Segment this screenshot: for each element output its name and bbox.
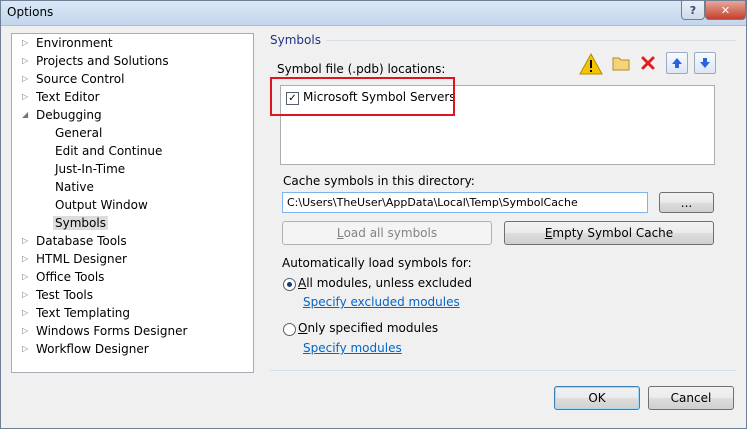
move-up-icon[interactable]: [666, 52, 688, 74]
expand-arrow-icon[interactable]: ▷: [22, 34, 32, 52]
tree-item-label: Just-In-Time: [55, 162, 126, 176]
highlight-box: [270, 77, 455, 116]
window-title: Options: [7, 5, 54, 19]
tree-item-label: Windows Forms Designer: [36, 324, 188, 338]
tree-item[interactable]: Output Window: [55, 196, 148, 214]
cancel-button[interactable]: Cancel: [648, 386, 734, 410]
options-tree[interactable]: ▷ Environment ▷ Projects and Solutions ▷ Sour…: [11, 33, 254, 373]
load-all-rest: oad all symbols: [343, 226, 438, 240]
tree-item[interactable]: ▷ Test Tools: [22, 286, 94, 304]
specify-modules-link[interactable]: Specify modules: [303, 341, 402, 355]
ok-button[interactable]: OK: [554, 386, 640, 410]
symbols-group-title: Symbols: [270, 33, 321, 47]
cache-directory-label: Cache symbols in this directory:: [283, 174, 475, 188]
all-modules-accel: A: [298, 276, 307, 290]
expand-arrow-icon[interactable]: ▷: [22, 286, 32, 304]
warning-icon[interactable]: [578, 51, 604, 77]
tree-item-label: Source Control: [36, 72, 125, 86]
tree-item[interactable]: ▷ Office Tools: [22, 268, 105, 286]
browse-button[interactable]: ...: [659, 192, 714, 213]
close-button[interactable]: ✕: [705, 1, 746, 20]
tree-item-label: General: [55, 126, 103, 140]
load-all-accel: L: [336, 226, 344, 240]
only-specified-modules-label[interactable]: Only specified modules: [298, 321, 438, 335]
tree-item[interactable]: ▷ Windows Forms Designer: [22, 322, 188, 340]
tree-item-label: Office Tools: [36, 270, 105, 284]
tree-item-label: Output Window: [55, 198, 148, 212]
tree-item-label: Edit and Continue: [55, 144, 163, 158]
tree-item-label: Environment: [36, 36, 113, 50]
expand-arrow-icon[interactable]: ▷: [22, 250, 32, 268]
delete-icon[interactable]: [637, 52, 659, 74]
tree-item[interactable]: Just-In-Time: [55, 160, 125, 178]
tree-item[interactable]: Edit and Continue: [55, 142, 162, 160]
only-specified-modules-radio[interactable]: [283, 323, 296, 336]
collapse-arrow-icon[interactable]: ◢: [22, 106, 32, 124]
empty-cache-accel: E: [544, 226, 553, 240]
tree-item-label: Workflow Designer: [36, 342, 149, 356]
tree-item-label: HTML Designer: [36, 252, 127, 266]
expand-arrow-icon[interactable]: ▷: [22, 322, 32, 340]
folder-icon[interactable]: [610, 52, 632, 74]
expand-arrow-icon[interactable]: ▷: [22, 70, 32, 88]
tree-item-label: Test Tools: [36, 288, 94, 302]
tree-item[interactable]: Native: [55, 178, 94, 196]
group-divider: [326, 40, 736, 41]
only-modules-rest: nly specified modules: [307, 321, 439, 335]
expand-arrow-icon[interactable]: ▷: [22, 52, 32, 70]
specify-excluded-modules-link[interactable]: Specify excluded modules: [303, 295, 460, 309]
auto-load-label: Automatically load symbols for:: [282, 256, 472, 270]
tree-item-label: Projects and Solutions: [36, 54, 169, 68]
cache-directory-input[interactable]: C:\Users\TheUser\AppData\Local\Temp\Symb…: [282, 192, 648, 213]
tree-item-label: Text Templating: [36, 306, 131, 320]
empty-cache-rest: mpty Symbol Cache: [552, 226, 674, 240]
tree-item-label: Text Editor: [36, 90, 100, 104]
footer-divider: [270, 370, 736, 371]
tree-item[interactable]: General: [55, 124, 102, 142]
tree-item[interactable]: ▷ Text Editor: [22, 88, 100, 106]
expand-arrow-icon[interactable]: ▷: [22, 88, 32, 106]
expand-arrow-icon[interactable]: ▷: [22, 268, 32, 286]
tree-item[interactable]: ▷ Workflow Designer: [22, 340, 149, 358]
tree-item-label: Database Tools: [36, 234, 127, 248]
tree-item[interactable]: ▷ Environment: [22, 34, 113, 52]
expand-arrow-icon[interactable]: ▷: [22, 304, 32, 322]
symbol-locations-label: Symbol file (.pdb) locations:: [277, 62, 446, 76]
help-button[interactable]: ?: [681, 1, 705, 20]
all-modules-radio[interactable]: [283, 278, 296, 291]
empty-symbol-cache-button[interactable]: Empty Symbol Cache: [504, 221, 714, 245]
tree-item-label: Native: [55, 180, 94, 194]
tree-item[interactable]: Symbols: [53, 214, 108, 232]
tree-item[interactable]: ▷ Projects and Solutions: [22, 52, 169, 70]
all-modules-rest: ll modules, unless excluded: [306, 276, 473, 290]
tree-item-label: Debugging: [36, 108, 102, 122]
tree-item[interactable]: ▷ HTML Designer: [22, 250, 127, 268]
expand-arrow-icon[interactable]: ▷: [22, 232, 32, 250]
title-bar[interactable]: Options ? ✕: [1, 1, 746, 26]
expand-arrow-icon[interactable]: ▷: [22, 340, 32, 358]
tree-item[interactable]: ▷ Database Tools: [22, 232, 127, 250]
all-modules-label[interactable]: All modules, unless excluded: [298, 276, 472, 290]
tree-item[interactable]: ▷ Text Templating: [22, 304, 131, 322]
tree-item-label: Symbols: [53, 216, 108, 230]
load-all-symbols-button[interactable]: Load all symbols: [282, 221, 492, 245]
tree-item[interactable]: ◢ Debugging: [22, 106, 102, 124]
tree-item[interactable]: ▷ Source Control: [22, 70, 125, 88]
move-down-icon[interactable]: [694, 52, 716, 74]
